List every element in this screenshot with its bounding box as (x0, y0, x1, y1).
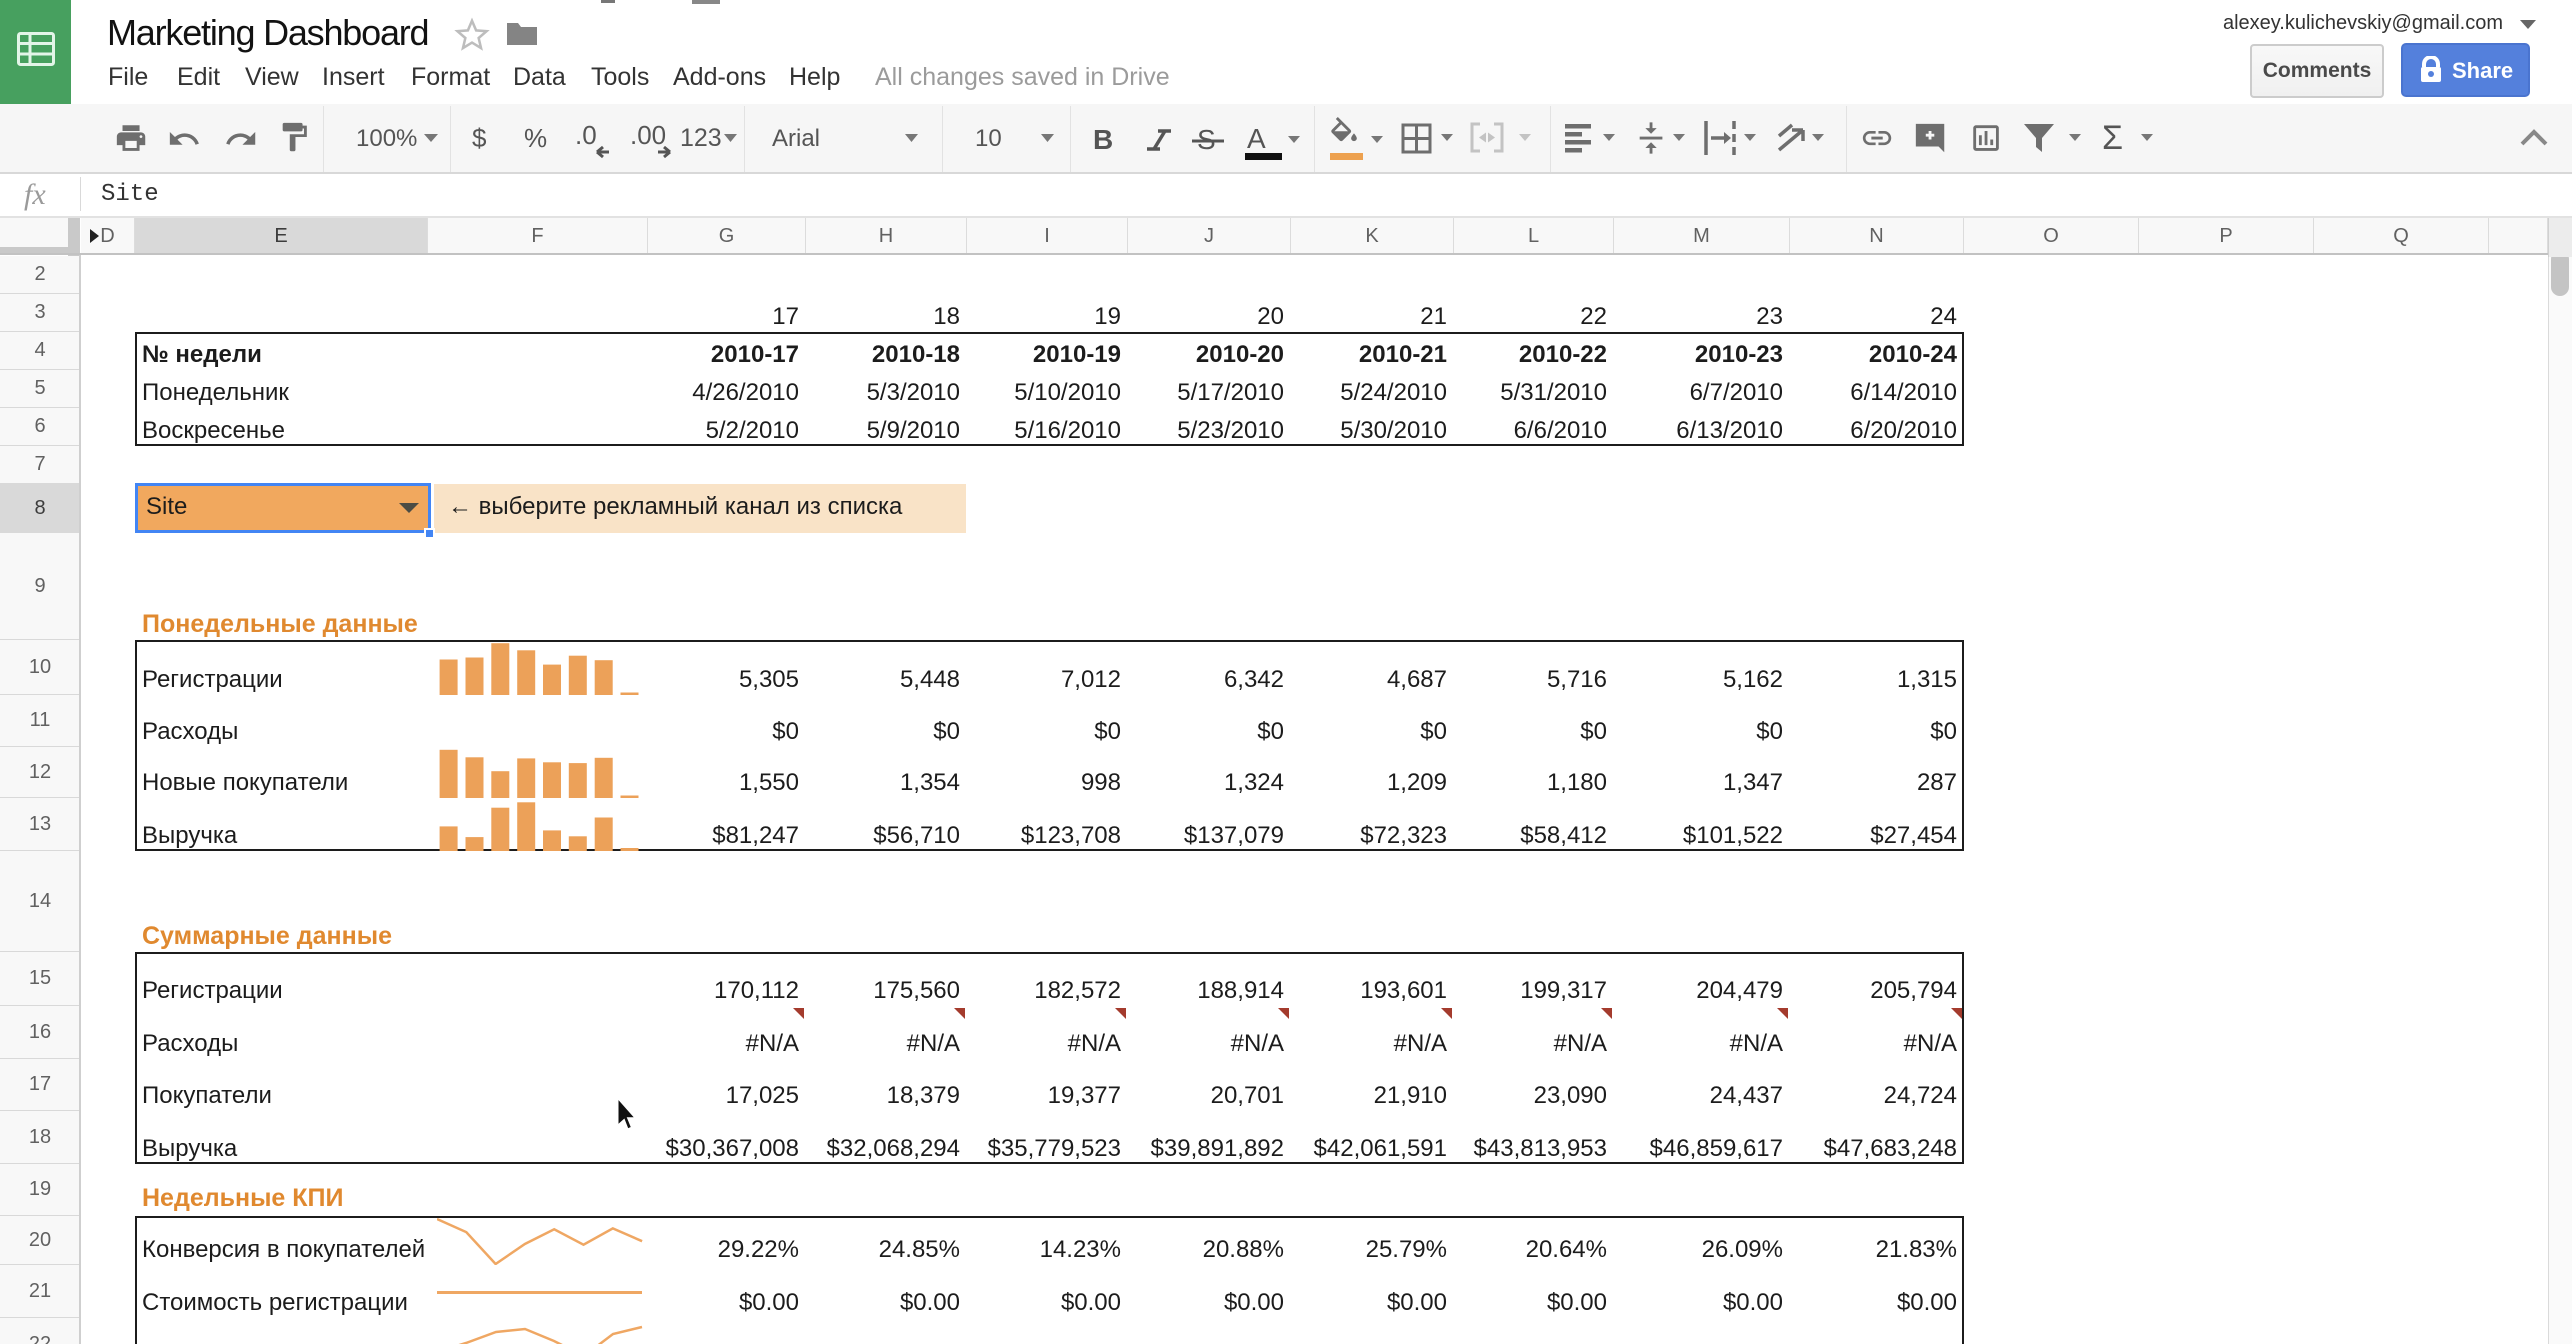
svg-text:A: A (1247, 123, 1266, 154)
svg-text:Arial: Arial (772, 125, 820, 152)
svg-text:%: % (524, 123, 547, 153)
svg-text:Σ: Σ (2102, 119, 2123, 157)
svg-text:B: B (1093, 124, 1113, 155)
svg-text:10: 10 (975, 125, 1002, 152)
svg-text:$: $ (472, 123, 487, 153)
svg-text:.0: .0 (575, 120, 597, 150)
svg-text:100%: 100% (356, 125, 417, 152)
svg-text:.00: .00 (630, 120, 666, 150)
svg-text:123: 123 (680, 124, 722, 152)
